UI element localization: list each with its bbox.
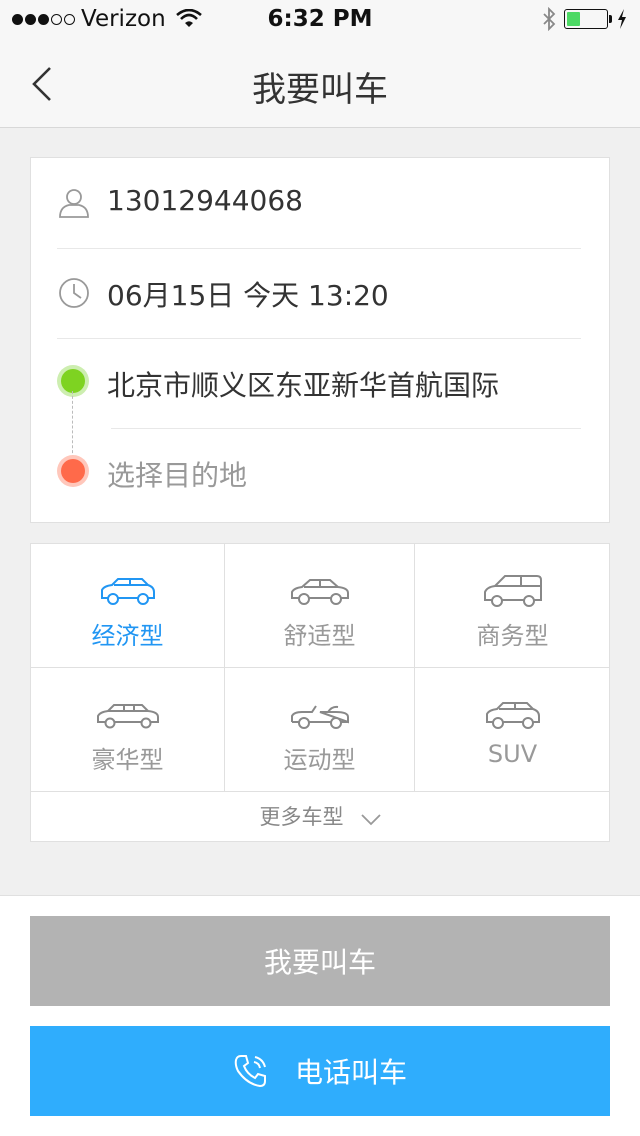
sedan-car-icon (290, 579, 349, 605)
destination-placeholder: 选择目的地 (107, 459, 248, 492)
call-car-button[interactable]: 我要叫车 (30, 916, 610, 1006)
phone-call-button[interactable]: 电话叫车 (30, 1026, 610, 1116)
time-row[interactable]: 06月15日 今天 13:20 (31, 248, 609, 338)
charging-icon (618, 9, 626, 29)
car-type-label: 经济型 (91, 622, 164, 650)
car-type-suv[interactable]: SUV (415, 668, 610, 792)
phone-call-label: 电话叫车 (294, 1056, 407, 1089)
suv-car-icon (485, 702, 540, 729)
convertible-car-icon (290, 705, 349, 729)
user-icon (59, 189, 89, 218)
page-title: 我要叫车 (252, 70, 388, 110)
car-type-label: SUV (487, 740, 538, 768)
car-type-label: 商务型 (476, 622, 549, 650)
clock-icon (59, 278, 89, 308)
chevron-down-icon (360, 813, 381, 825)
battery-icon (564, 9, 612, 29)
more-car-types-label: 更多车型 (259, 805, 344, 829)
car-type-luxury[interactable]: 豪华型 (31, 668, 225, 792)
origin-dot-icon (61, 369, 85, 393)
car-type-grid: 经济型 舒适型 商务型 豪华型 运动型 SUV 更多车型 (30, 543, 610, 842)
car-type-label: 运动型 (283, 746, 356, 774)
nav-bar: 我要叫车 (0, 40, 640, 128)
origin-address: 北京市顺义区东亚新华首航国际 (107, 369, 500, 402)
car-type-label: 豪华型 (91, 746, 164, 774)
status-right (542, 7, 628, 31)
destination-dot-icon (61, 459, 85, 483)
limousine-car-icon (96, 704, 159, 729)
car-type-economy[interactable]: 经济型 (31, 544, 225, 668)
more-car-types-button[interactable]: 更多车型 (31, 792, 609, 842)
car-type-sport[interactable]: 运动型 (225, 668, 415, 792)
phone-icon (234, 1055, 266, 1088)
bottom-action-area: 我要叫车 电话叫车 (0, 895, 640, 1136)
call-car-label: 我要叫车 (263, 946, 376, 979)
battery-level (567, 12, 581, 26)
destination-row[interactable]: 选择目的地 (31, 428, 609, 518)
pickup-time: 06月15日 今天 13:20 (107, 279, 389, 312)
car-type-label: 舒适型 (283, 622, 356, 650)
status-bar: Verizon 6:32 PM (0, 0, 640, 40)
phone-row[interactable]: 13012944068 (31, 158, 609, 248)
car-type-business[interactable]: 商务型 (415, 544, 610, 668)
car-type-comfort[interactable]: 舒适型 (225, 544, 415, 668)
phone-number: 13012944068 (107, 184, 303, 217)
origin-row[interactable]: 北京市顺义区东亚新华首航国际 (31, 338, 609, 428)
bluetooth-icon (543, 7, 556, 31)
trip-info-card: 13012944068 06月15日 今天 13:20 北京市顺义区东亚新华首航… (30, 157, 610, 523)
suv-car-icon (100, 578, 155, 605)
van-car-icon (483, 575, 542, 607)
